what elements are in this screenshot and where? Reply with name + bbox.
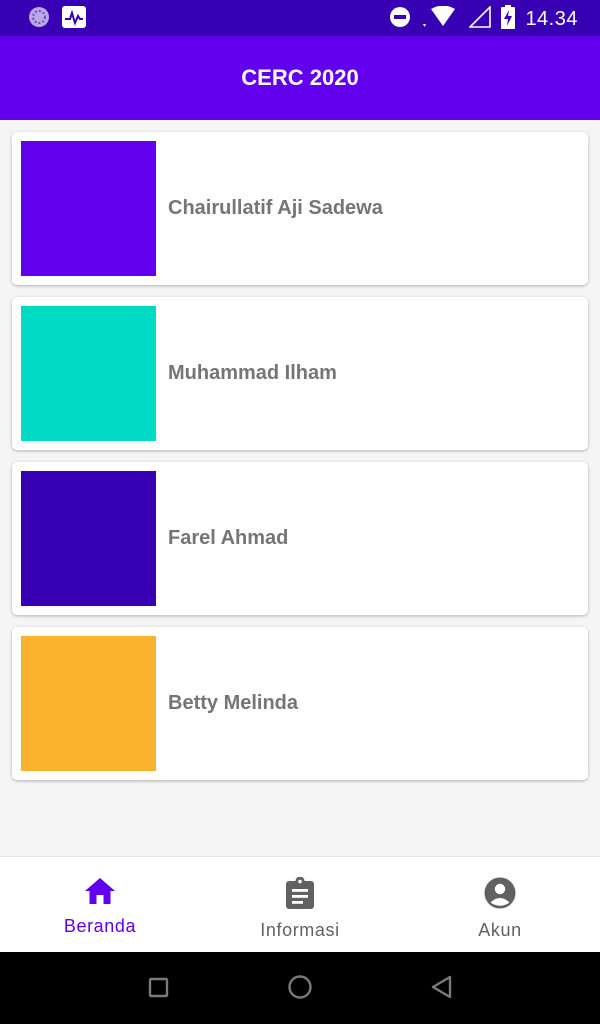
nav-item-akun[interactable]: Akun xyxy=(400,857,600,952)
member-color-thumb xyxy=(21,471,156,606)
signal-icon xyxy=(468,5,492,33)
activity-monitor-icon xyxy=(62,6,86,33)
nav-label: Akun xyxy=(478,920,522,940)
app-notification-icon xyxy=(28,6,50,33)
home-circle-icon[interactable] xyxy=(287,974,313,1005)
nav-item-informasi[interactable]: Informasi xyxy=(200,857,400,952)
member-color-thumb xyxy=(21,141,156,276)
bottom-navigation: Beranda Informasi Akun xyxy=(0,856,600,952)
back-icon[interactable] xyxy=(430,974,454,1005)
wifi-icon xyxy=(421,5,459,33)
account-circle-icon xyxy=(484,877,516,914)
app-bar: CERC 2020 xyxy=(0,36,600,120)
nav-label: Informasi xyxy=(260,920,340,940)
member-name: Betty Melinda xyxy=(168,692,299,714)
member-card[interactable]: Farel Ahmad xyxy=(12,462,588,615)
home-icon xyxy=(84,877,116,910)
status-time: 14.34 xyxy=(525,8,578,30)
member-color-thumb xyxy=(21,636,156,771)
member-card[interactable]: Chairullatif Aji Sadewa xyxy=(12,132,588,285)
status-bar: 14.34 xyxy=(0,0,600,36)
clipboard-icon xyxy=(286,876,314,914)
do-not-disturb-icon xyxy=(389,6,411,33)
app-title: CERC 2020 xyxy=(241,65,359,90)
nav-item-beranda[interactable]: Beranda xyxy=(0,857,200,952)
recents-icon[interactable] xyxy=(148,974,170,1005)
member-name: Farel Ahmad xyxy=(168,527,289,549)
battery-charging-icon xyxy=(501,5,516,34)
nav-label: Beranda xyxy=(63,916,137,936)
member-card[interactable]: Betty Melinda xyxy=(12,627,588,780)
member-list: Chairullatif Aji Sadewa Muhammad Ilham F… xyxy=(12,132,588,792)
member-name: Chairullatif Aji Sadewa xyxy=(168,197,383,219)
member-card[interactable]: Muhammad Ilham xyxy=(12,297,588,450)
member-name: Muhammad Ilham xyxy=(168,362,337,384)
member-color-thumb xyxy=(21,306,156,441)
system-navigation-bar xyxy=(0,952,600,1024)
